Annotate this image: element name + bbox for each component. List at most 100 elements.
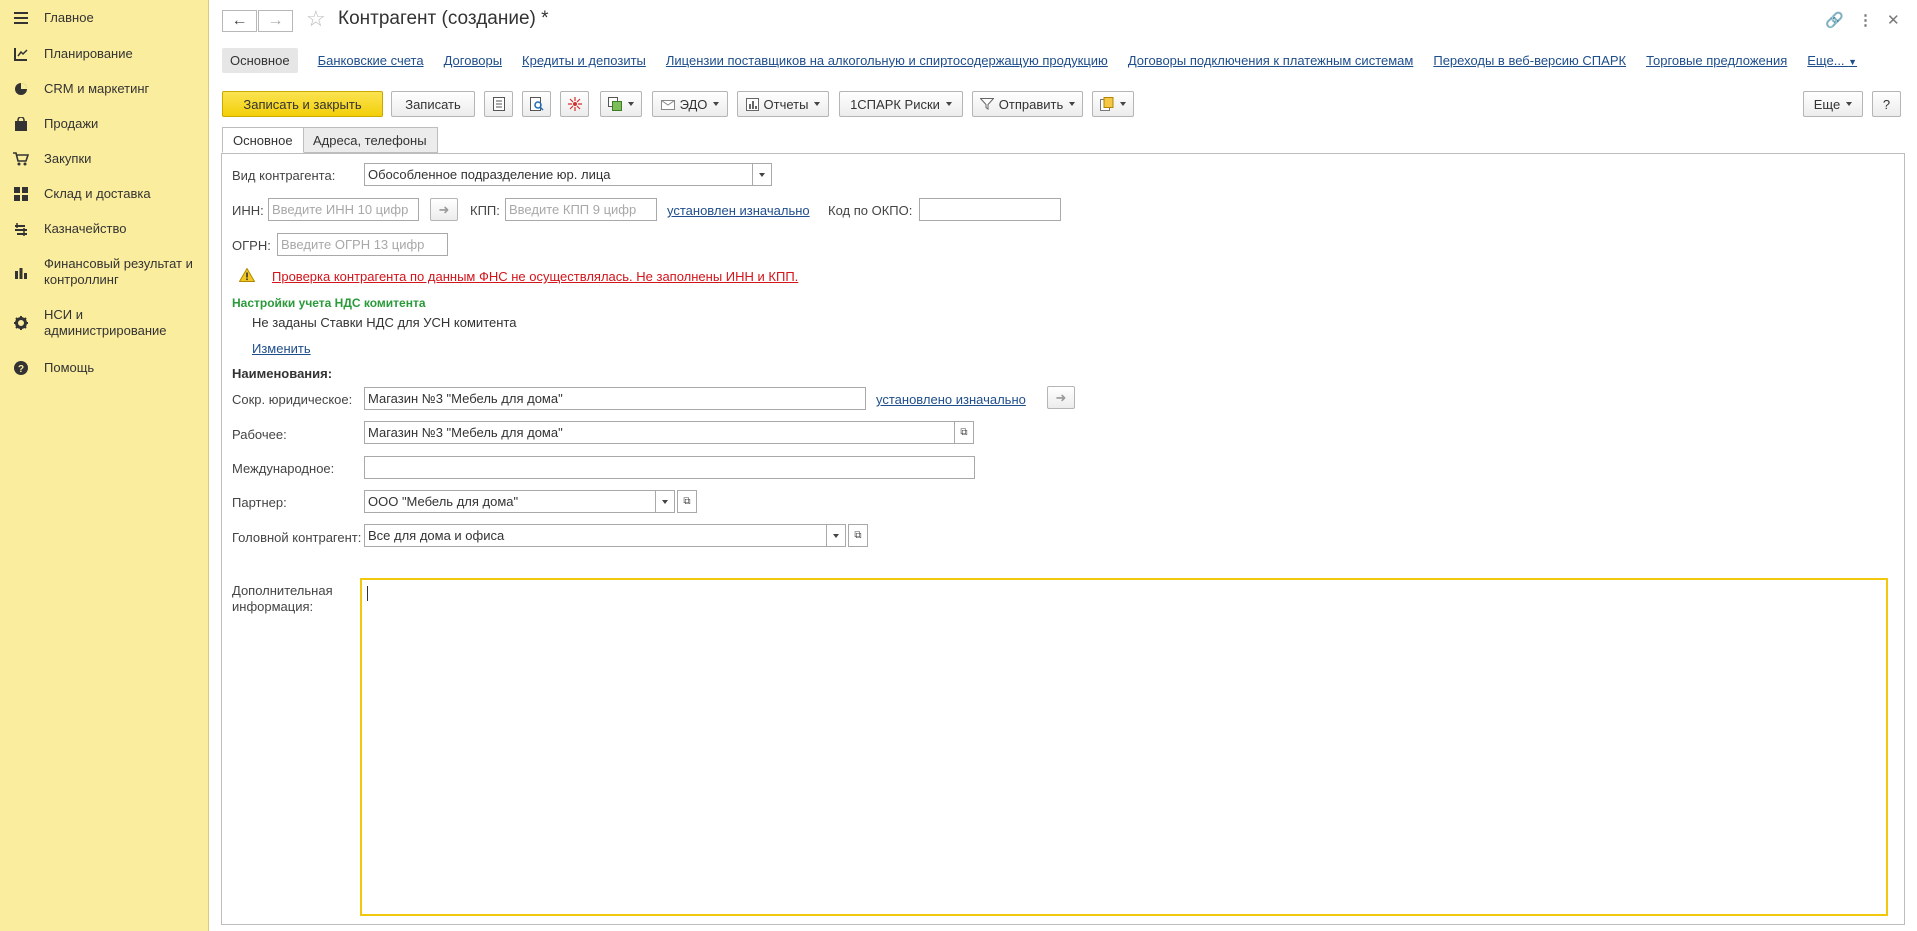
save-button[interactable]: Записать: [391, 91, 475, 117]
additional-info-textarea[interactable]: [360, 578, 1888, 916]
spark-risks-button[interactable]: 1СПАРК Риски: [839, 91, 963, 117]
bag-icon: [12, 115, 30, 133]
chevron-down-icon: [628, 102, 634, 106]
create-based-on-button[interactable]: [600, 91, 642, 117]
counterparty-kind-value: Обособленное подразделение юр. лица: [368, 167, 611, 182]
pie-chart-icon: [12, 80, 30, 98]
sidebar-item-sales[interactable]: Продажи: [0, 114, 209, 134]
ogrn-field[interactable]: Введите ОГРН 13 цифр: [277, 233, 448, 256]
counterparty-kind-field[interactable]: Обособленное подразделение юр. лица: [364, 163, 753, 186]
nav-link-offers[interactable]: Торговые предложения: [1646, 53, 1787, 68]
sidebar-item-label: Казначейство: [44, 221, 127, 236]
sidebar-item-label: Главное: [44, 10, 94, 25]
more-vertical-icon[interactable]: ⋮: [1858, 11, 1873, 29]
sidebar-item-admin[interactable]: НСИ и администрирование: [0, 305, 209, 341]
sidebar: Главное Планирование CRM и маркетинг Про…: [0, 0, 209, 931]
sidebar-item-warehouse[interactable]: Склад и доставка: [0, 184, 209, 204]
head-counterparty-label: Головной контрагент:: [232, 530, 362, 545]
work-name-label: Рабочее:: [232, 427, 287, 442]
sidebar-item-label: Финансовый результат и контроллинг: [44, 256, 193, 287]
connections-button[interactable]: [560, 91, 589, 117]
sidebar-item-finance[interactable]: Финансовый результат и контроллинг: [0, 254, 209, 290]
nav-link-payment-contracts[interactable]: Договоры подключения к платежным система…: [1128, 53, 1414, 68]
nav-link-main[interactable]: Основное: [222, 47, 298, 73]
dependency-icon: [567, 97, 582, 111]
fill-short-name-button[interactable]: ➜: [1047, 386, 1075, 409]
nav-link-credits[interactable]: Кредиты и депозиты: [522, 53, 646, 68]
close-icon[interactable]: ✕: [1887, 11, 1900, 29]
tab-main[interactable]: Основное: [222, 127, 304, 153]
inn-placeholder: Введите ИНН 10 цифр: [272, 202, 409, 217]
nav-link-spark[interactable]: Переходы в веб-версию СПАРК: [1433, 53, 1626, 68]
link-icon[interactable]: 🔗: [1825, 11, 1844, 29]
partner-open-button[interactable]: ⧉: [677, 490, 697, 513]
partner-label: Партнер:: [232, 495, 287, 510]
svg-text:?: ?: [18, 364, 24, 375]
open-window-icon: ⧉: [683, 496, 691, 507]
fns-check-warning-link[interactable]: Проверка контрагента по данным ФНС не ос…: [272, 269, 798, 284]
head-counterparty-dropdown[interactable]: [826, 524, 846, 547]
head-counterparty-value: Все для дома и офиса: [368, 528, 505, 543]
save-and-close-button[interactable]: Записать и закрыть: [222, 91, 383, 117]
head-counterparty-open-button[interactable]: ⧉: [848, 524, 868, 547]
back-button[interactable]: ←: [222, 10, 257, 32]
intl-name-label: Международное:: [232, 461, 335, 476]
names-header: Наименования:: [232, 366, 333, 381]
sidebar-item-crm[interactable]: CRM и маркетинг: [0, 79, 209, 99]
fill-by-inn-button[interactable]: ➜: [430, 198, 458, 221]
gear-icon: [12, 314, 30, 332]
nav-link-contracts[interactable]: Договоры: [444, 53, 502, 68]
intl-name-field[interactable]: [364, 456, 975, 479]
tab-addresses-phones[interactable]: Адреса, телефоны: [302, 127, 438, 153]
send-label: Отправить: [998, 96, 1064, 112]
head-counterparty-field[interactable]: Все для дома и офиса: [364, 524, 827, 547]
ogrn-label: ОГРН:: [232, 238, 271, 253]
reports-button[interactable]: Отчеты: [737, 91, 829, 117]
favorite-star-icon[interactable]: ☆: [306, 8, 326, 30]
nav-link-more[interactable]: Еще... ▼: [1807, 53, 1857, 68]
document-list-icon: [492, 97, 505, 111]
sidebar-item-purchases[interactable]: Закупки: [0, 149, 209, 169]
forward-button[interactable]: →: [258, 10, 293, 32]
nav-link-licenses[interactable]: Лицензии поставщиков на алкогольную и сп…: [666, 53, 1108, 68]
sidebar-item-planning[interactable]: Планирование: [0, 44, 209, 64]
notes-label: Дополнительная информация:: [232, 583, 333, 614]
vat-change-link[interactable]: Изменить: [252, 341, 311, 356]
help-button[interactable]: ?: [1872, 91, 1901, 117]
work-name-open-button[interactable]: ⧉: [954, 421, 974, 444]
kpp-label: КПП:: [470, 203, 500, 218]
print-list-button[interactable]: [484, 91, 513, 117]
edo-button[interactable]: ЭДО: [652, 91, 728, 117]
open-window-icon: ⧉: [960, 427, 968, 438]
counterparty-kind-dropdown[interactable]: [752, 163, 772, 186]
sidebar-item-label: Планирование: [44, 46, 133, 61]
kpp-field[interactable]: Введите КПП 9 цифр: [505, 198, 657, 221]
inn-field[interactable]: Введите ИНН 10 цифр: [268, 198, 419, 221]
help-icon: ?: [12, 359, 30, 377]
sidebar-item-help[interactable]: ? Помощь: [0, 358, 209, 378]
partner-dropdown[interactable]: [655, 490, 675, 513]
structure-button[interactable]: [522, 91, 551, 117]
sidebar-item-label: Склад и доставка: [44, 186, 151, 201]
nav-link-more-label: Еще...: [1807, 52, 1845, 68]
partner-field[interactable]: ООО "Мебель для дома": [364, 490, 656, 513]
more-actions-button[interactable]: Еще: [1803, 91, 1863, 117]
attachments-icon: [1100, 97, 1114, 111]
short-name-field[interactable]: Магазин №3 "Мебель для дома": [364, 387, 866, 410]
sidebar-item-treasury[interactable]: Казначейство: [0, 219, 209, 239]
edo-label: ЭДО: [679, 96, 708, 112]
planning-icon: [12, 45, 30, 63]
sidebar-item-main[interactable]: Главное: [0, 8, 209, 28]
attachments-button[interactable]: [1092, 91, 1134, 117]
chevron-down-icon: [833, 533, 839, 538]
send-button[interactable]: Отправить: [972, 91, 1083, 117]
chevron-down-icon: [662, 499, 668, 504]
nav-link-bank-accounts[interactable]: Банковские счета: [318, 53, 424, 68]
chevron-down-icon: [1120, 102, 1126, 106]
work-name-field[interactable]: Магазин №3 "Мебель для дома": [364, 421, 955, 444]
short-name-set-initially-link[interactable]: установлено изначально: [876, 392, 1026, 407]
okpo-field[interactable]: [919, 198, 1061, 221]
kpp-set-initially-link[interactable]: установлен изначально: [667, 203, 810, 218]
text-cursor: [367, 586, 368, 601]
chevron-down-icon: [1846, 102, 1853, 106]
